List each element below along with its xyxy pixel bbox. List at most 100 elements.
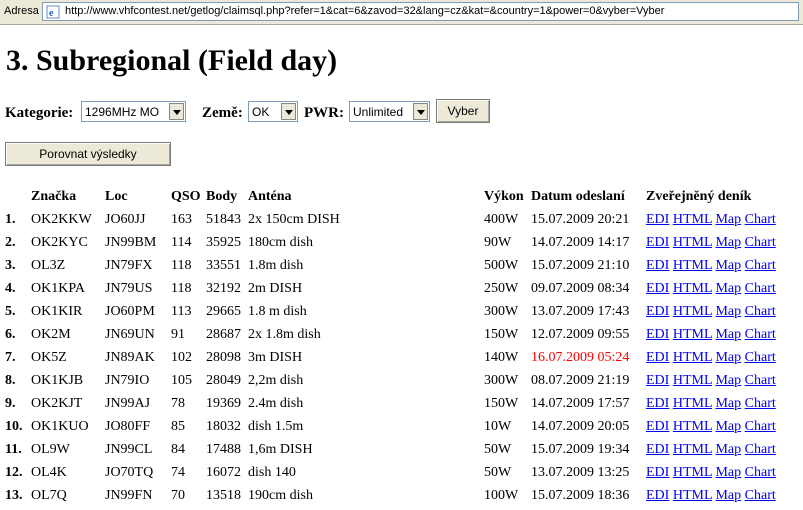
map-link[interactable]: Map (715, 212, 741, 227)
map-link[interactable]: Map (715, 304, 741, 319)
chart-link[interactable]: Chart (745, 281, 776, 296)
chart-link[interactable]: Chart (745, 212, 776, 227)
map-link[interactable]: Map (715, 465, 741, 480)
chart-link[interactable]: Chart (745, 442, 776, 457)
callsign-cell: OK2KJT (31, 395, 83, 411)
edi-link[interactable]: EDI (646, 442, 669, 457)
edi-link[interactable]: EDI (646, 258, 669, 273)
html-link[interactable]: HTML (673, 419, 712, 434)
edi-link[interactable]: EDI (646, 488, 669, 503)
callsign-cell: OL9W (31, 441, 70, 457)
table-row: 10. OK1KUO JO80FF 85 18032 dish 1.5m 10W 14.07.… (5, 415, 795, 438)
html-link[interactable]: HTML (673, 281, 712, 296)
date-cell: 14.07.2009 14:17 (531, 234, 630, 250)
chart-link[interactable]: Chart (745, 419, 776, 434)
edi-link[interactable]: EDI (646, 419, 669, 434)
antenna-cell: 1,6m DISH (248, 441, 313, 457)
callsign-cell: OK2KKW (31, 211, 92, 227)
chart-link[interactable]: Chart (745, 258, 776, 273)
map-link[interactable]: Map (715, 488, 741, 503)
qso-cell: 118 (171, 280, 192, 296)
log-links-cell: EDI HTML Map Chart (646, 323, 795, 346)
rank-cell: 2. (5, 234, 16, 250)
edi-link[interactable]: EDI (646, 235, 669, 250)
points-cell: 28098 (206, 349, 241, 365)
qso-cell: 78 (171, 395, 185, 411)
map-link[interactable]: Map (715, 235, 741, 250)
html-link[interactable]: HTML (673, 258, 712, 273)
chart-link[interactable]: Chart (745, 396, 776, 411)
log-links-cell: EDI HTML Map Chart (646, 346, 795, 369)
log-links-cell: EDI HTML Map Chart (646, 277, 795, 300)
edi-link[interactable]: EDI (646, 373, 669, 388)
locator-cell: JO80FF (105, 418, 151, 434)
col-header-datum: Datum odeslaní (531, 189, 625, 204)
map-link[interactable]: Map (715, 396, 741, 411)
address-field[interactable]: e http://www.vhfcontest.net/getlog/claim… (42, 2, 799, 21)
date-cell: 13.07.2009 17:43 (531, 303, 630, 319)
map-link[interactable]: Map (715, 350, 741, 365)
address-url[interactable]: http://www.vhfcontest.net/getlog/claimsq… (65, 5, 664, 17)
chart-link[interactable]: Chart (745, 350, 776, 365)
table-row: 4. OK1KPA JN79US 118 32192 2m DISH 250W 09.07.2… (5, 277, 795, 300)
html-link[interactable]: HTML (673, 350, 712, 365)
html-link[interactable]: HTML (673, 304, 712, 319)
edi-link[interactable]: EDI (646, 281, 669, 296)
chart-link[interactable]: Chart (745, 304, 776, 319)
chevron-down-icon[interactable] (413, 103, 428, 120)
table-row: 7. OK5Z JN89AK 102 28098 3m DISH 140W 16.07.200… (5, 346, 795, 369)
map-link[interactable]: Map (715, 419, 741, 434)
chart-link[interactable]: Chart (745, 327, 776, 342)
table-row: 1. OK2KKW JO60JJ 163 51843 2x 150cm DISH 400W 1… (5, 208, 795, 231)
html-link[interactable]: HTML (673, 235, 712, 250)
chart-link[interactable]: Chart (745, 235, 776, 250)
kategorie-select[interactable]: 1296MHz MO (81, 101, 186, 122)
html-link[interactable]: HTML (673, 396, 712, 411)
qso-cell: 113 (171, 303, 192, 319)
power-cell: 50W (484, 441, 512, 457)
html-link[interactable]: HTML (673, 212, 712, 227)
rank-cell: 3. (5, 257, 16, 273)
rank-cell: 4. (5, 280, 16, 296)
power-cell: 90W (484, 234, 512, 250)
qso-cell: 84 (171, 441, 185, 457)
vyber-button[interactable]: Vyber (436, 99, 490, 123)
chart-link[interactable]: Chart (745, 488, 776, 503)
pwr-select[interactable]: Unlimited (349, 101, 430, 122)
chart-link[interactable]: Chart (745, 373, 776, 388)
map-link[interactable]: Map (715, 442, 741, 457)
html-link[interactable]: HTML (673, 488, 712, 503)
date-cell: 15.07.2009 18:36 (531, 487, 630, 503)
chevron-down-icon[interactable] (169, 103, 184, 120)
html-link[interactable]: HTML (673, 465, 712, 480)
pwr-value: Unlimited (353, 105, 404, 119)
edi-link[interactable]: EDI (646, 327, 669, 342)
page-icon: e (46, 5, 60, 19)
edi-link[interactable]: EDI (646, 465, 669, 480)
edi-link[interactable]: EDI (646, 350, 669, 365)
html-link[interactable]: HTML (673, 442, 712, 457)
map-link[interactable]: Map (715, 281, 741, 296)
date-cell: 14.07.2009 17:57 (531, 395, 630, 411)
map-link[interactable]: Map (715, 373, 741, 388)
power-cell: 50W (484, 464, 512, 480)
html-link[interactable]: HTML (673, 327, 712, 342)
map-link[interactable]: Map (715, 258, 741, 273)
html-link[interactable]: HTML (673, 373, 712, 388)
table-row: 5. OK1KIR JO60PM 113 29665 1.8 m dish 300W 13.0… (5, 300, 795, 323)
points-cell: 35925 (206, 234, 241, 250)
points-cell: 17488 (206, 441, 241, 457)
points-cell: 13518 (206, 487, 241, 503)
compare-results-button[interactable]: Porovnat výsledky (5, 142, 171, 166)
zeme-select[interactable]: OK (248, 101, 298, 122)
edi-link[interactable]: EDI (646, 304, 669, 319)
map-link[interactable]: Map (715, 327, 741, 342)
chevron-down-icon[interactable] (281, 103, 296, 120)
edi-link[interactable]: EDI (646, 212, 669, 227)
antenna-cell: 2x 1.8m dish (248, 326, 321, 342)
edi-link[interactable]: EDI (646, 396, 669, 411)
log-links-cell: EDI HTML Map Chart (646, 484, 795, 507)
points-cell: 16072 (206, 464, 241, 480)
chart-link[interactable]: Chart (745, 465, 776, 480)
qso-cell: 102 (171, 349, 192, 365)
